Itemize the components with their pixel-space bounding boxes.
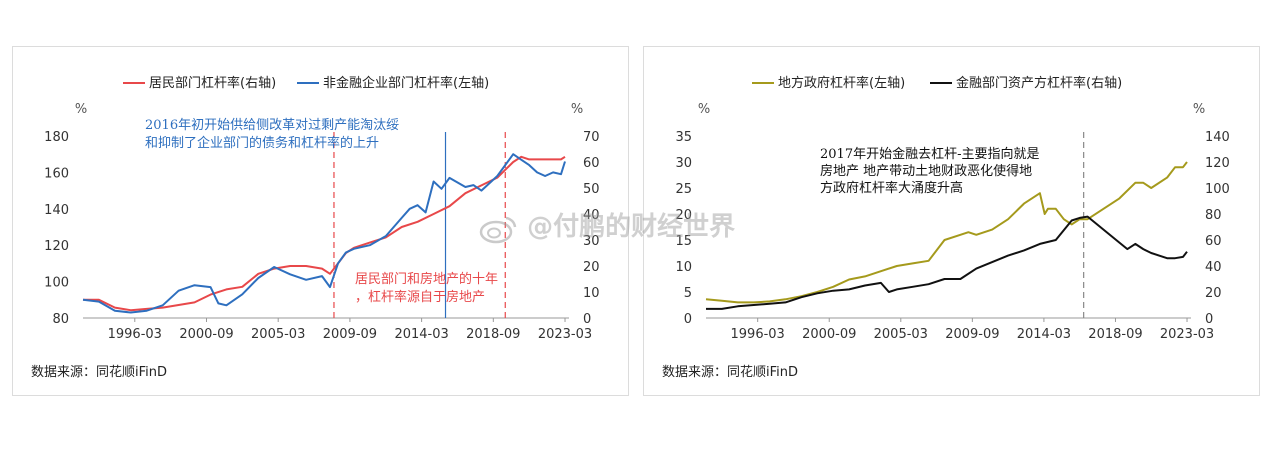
right-tick-label: 120 bbox=[1205, 156, 1230, 171]
legend-label: 居民部门杠杆率(右轴) bbox=[149, 75, 276, 91]
right-tick-label: 50 bbox=[583, 182, 600, 197]
x-tick-label: 2000-09 bbox=[179, 327, 233, 342]
right-tick-label: 40 bbox=[1205, 260, 1222, 275]
x-tick-label: 2005-03 bbox=[251, 327, 305, 342]
x-tick-label: 2009-09 bbox=[945, 327, 999, 342]
left-tick-label: 180 bbox=[44, 130, 69, 145]
right-tick-label: 20 bbox=[1205, 286, 1222, 301]
right-tick-label: 0 bbox=[583, 312, 591, 327]
source-label: 数据来源：同花顺iFinD bbox=[662, 365, 799, 380]
x-tick-label: 2023-03 bbox=[538, 327, 592, 342]
right-tick-label: 60 bbox=[1205, 234, 1222, 249]
series-line bbox=[706, 215, 1188, 310]
left-axis-unit: % bbox=[75, 102, 87, 117]
watermark: @付鹏的财经世界 bbox=[478, 206, 735, 244]
x-tick-label: 2023-03 bbox=[1160, 327, 1214, 342]
right-tick-label: 10 bbox=[583, 286, 600, 301]
annotation-text: 2017年开始金融去杠杆-主要指向就是 bbox=[820, 146, 1039, 162]
right-axis-unit: % bbox=[1193, 102, 1205, 117]
annotation-text: 居民部门和房地产的十年 bbox=[355, 271, 498, 287]
right-tick-label: 0 bbox=[1205, 312, 1213, 327]
annotation-text: ，杠杆率源自于房地产 bbox=[355, 289, 485, 305]
x-tick-label: 2009-09 bbox=[323, 327, 377, 342]
right-tick-label: 100 bbox=[1205, 182, 1230, 197]
right-tick-label: 80 bbox=[1205, 208, 1222, 223]
left-tick-label: 30 bbox=[675, 156, 692, 171]
legend-label: 地方政府杠杆率(左轴) bbox=[778, 75, 905, 91]
left-axis-unit: % bbox=[698, 102, 710, 117]
x-tick-label: 2018-09 bbox=[466, 327, 520, 342]
left-tick-label: 10 bbox=[675, 260, 692, 275]
annotation-text: 和抑制了企业部门的债务和杠杆率的上升 bbox=[145, 135, 379, 151]
x-tick-label: 2014-03 bbox=[1017, 327, 1071, 342]
chart-right-canvas: 地方政府杠杆率(左轴) 金融部门资产方杠杆率(右轴)% %3530252015105… bbox=[675, 75, 1230, 342]
x-tick-label: 1996-03 bbox=[108, 327, 162, 342]
annotation-text: 方政府杠杆率大涌度升高 bbox=[820, 180, 963, 196]
source-label: 数据来源：同花顺iFinD bbox=[31, 365, 168, 380]
left-tick-label: 35 bbox=[675, 130, 692, 145]
annotation-text: 房地产 地产带动土地财政恶化使得地 bbox=[820, 163, 1032, 179]
weibo-logo-icon bbox=[479, 216, 517, 243]
left-tick-label: 5 bbox=[684, 286, 692, 301]
right-tick-label: 60 bbox=[583, 156, 600, 171]
right-tick-label: 140 bbox=[1205, 130, 1230, 145]
right-axis-unit: % bbox=[571, 102, 583, 117]
left-tick-label: 80 bbox=[52, 312, 69, 327]
left-tick-label: 0 bbox=[684, 312, 692, 327]
chart-panel-right: 地方政府杠杆率(左轴) 金融部门资产方杠杆率(右轴)%% 35 30 25 20 15 10 5… bbox=[643, 46, 1260, 396]
x-tick-label: 2014-03 bbox=[394, 327, 448, 342]
annotation-text: 2016年初开始供给侧改革对过剩产能淘汰绥 bbox=[145, 118, 399, 133]
x-tick-label: 1996-03 bbox=[731, 327, 785, 342]
right-tick-label: 70 bbox=[583, 130, 600, 145]
left-tick-label: 100 bbox=[44, 276, 69, 291]
x-tick-label: 2005-03 bbox=[874, 327, 928, 342]
right-tick-label: 20 bbox=[583, 260, 600, 275]
left-tick-label: 140 bbox=[44, 203, 69, 218]
x-tick-label: 2000-09 bbox=[802, 327, 856, 342]
left-tick-label: 120 bbox=[44, 239, 69, 254]
x-tick-label: 2018-09 bbox=[1088, 327, 1142, 342]
legend-label: 非金融企业部门杠杆率(左轴) bbox=[323, 75, 489, 91]
left-tick-label: 25 bbox=[675, 182, 692, 197]
watermark-text: @付鹏的财经世界 bbox=[527, 212, 736, 242]
left-tick-label: 160 bbox=[44, 166, 69, 181]
legend-label: 金融部门资产方杠杆率(右轴) bbox=[956, 75, 1122, 91]
